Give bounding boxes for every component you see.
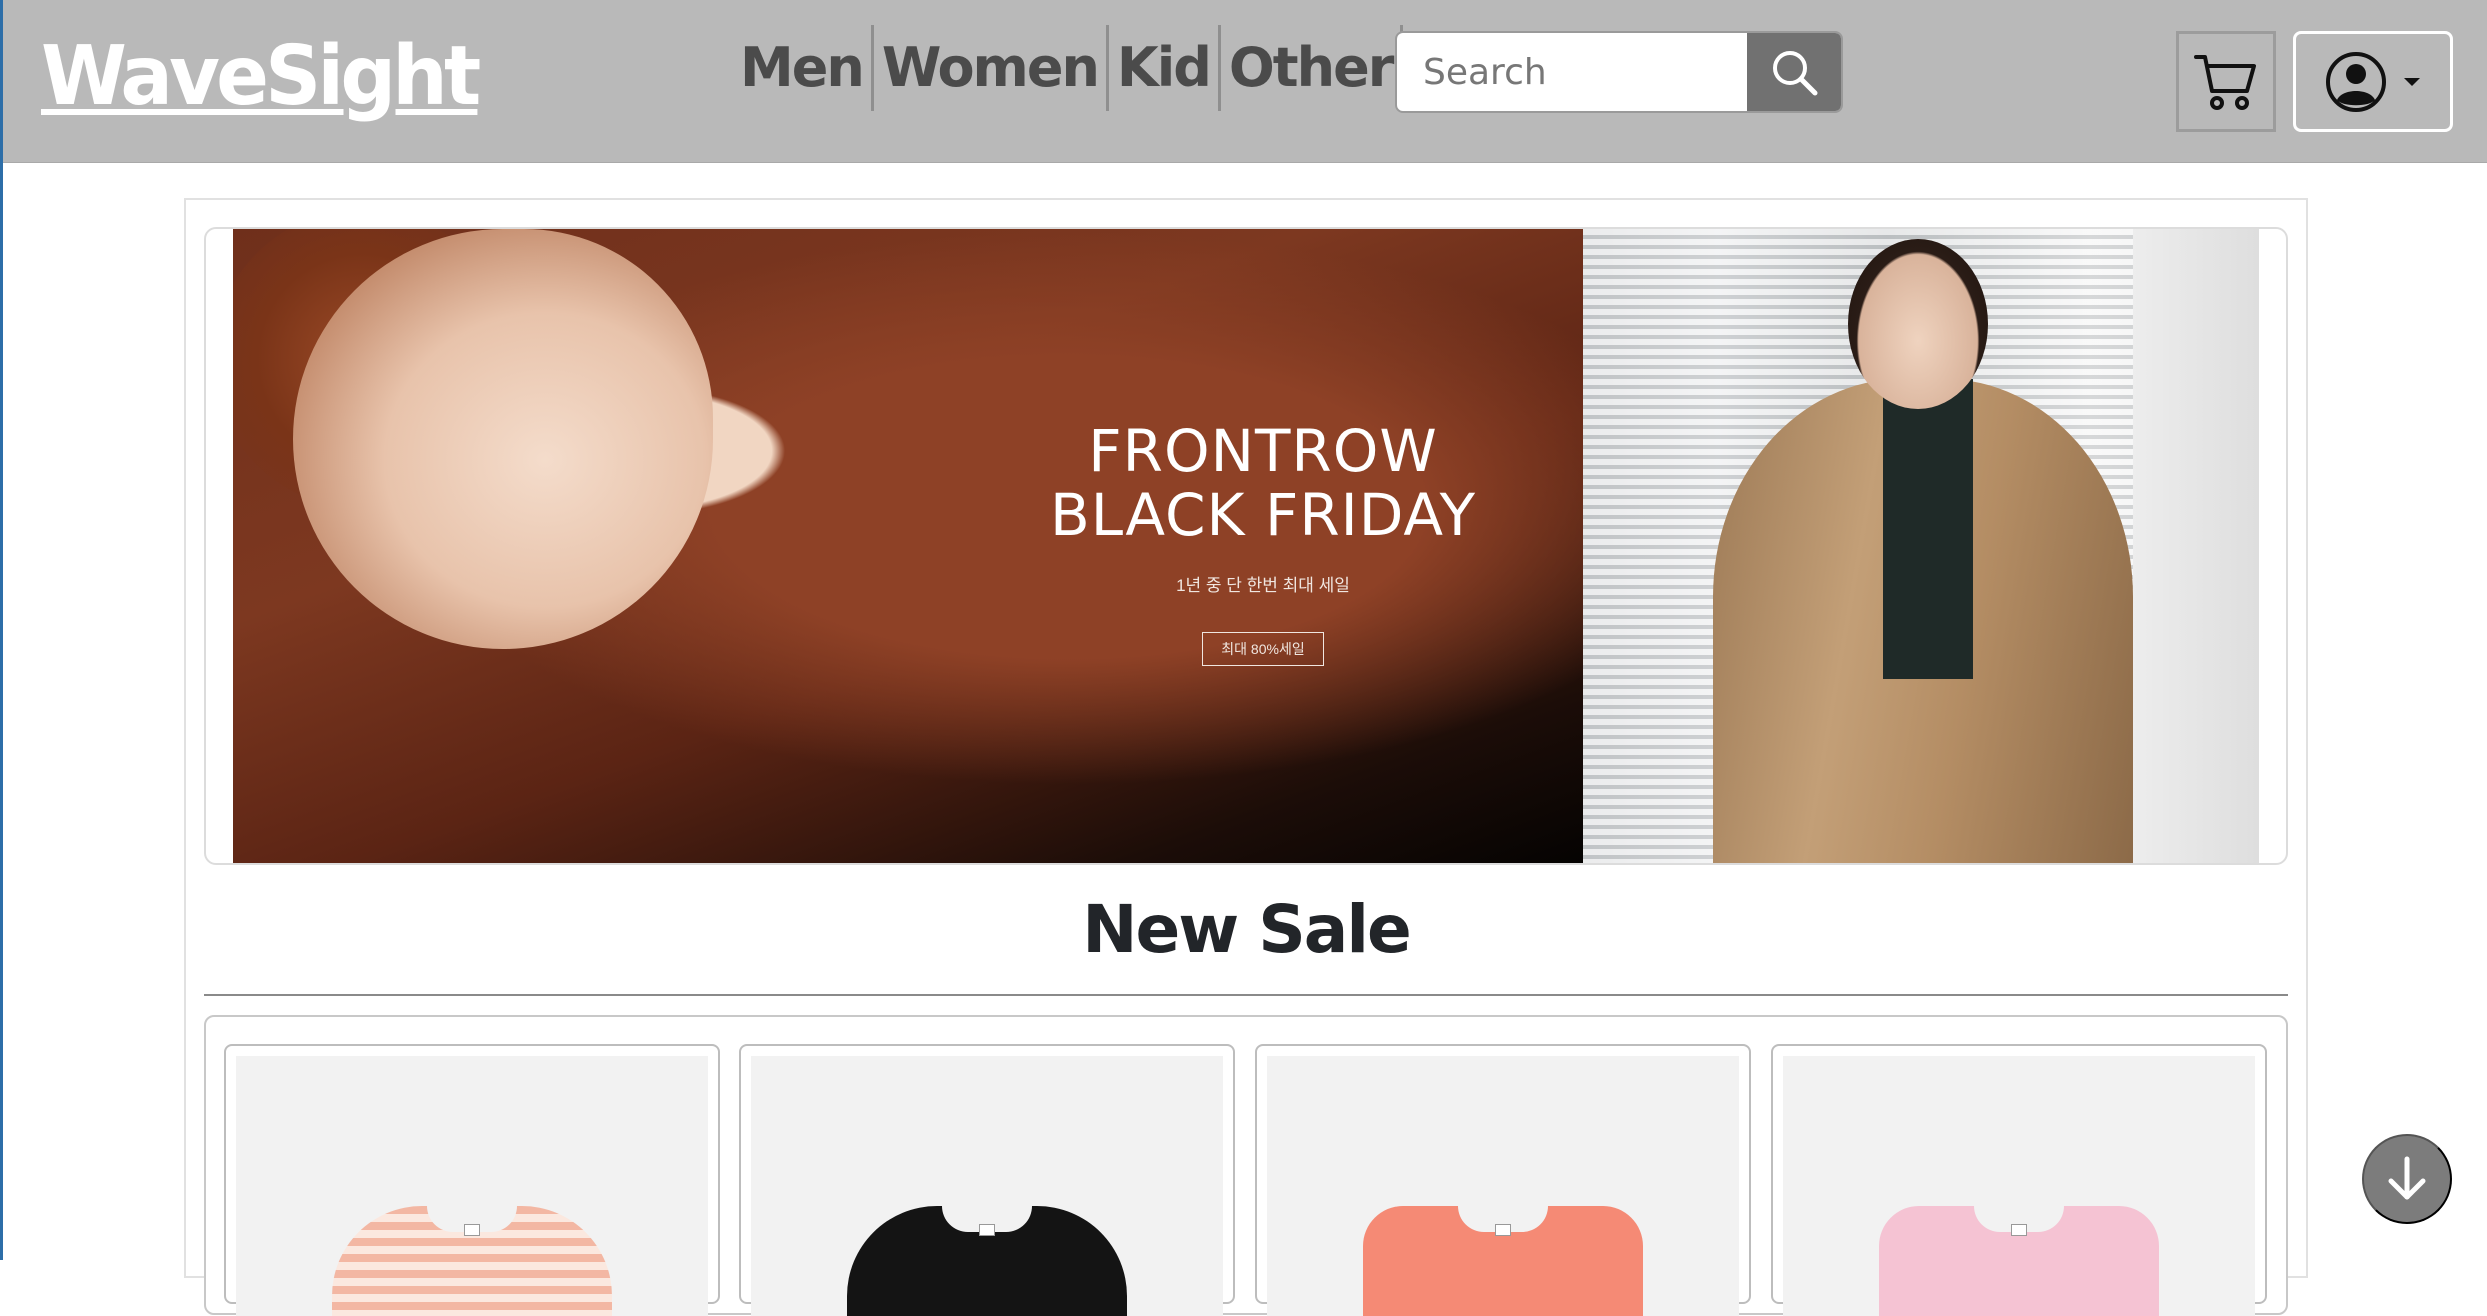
nav-link-other[interactable]: Other	[1221, 25, 1404, 111]
caret-down-icon	[2404, 77, 2420, 86]
banner-title-line1: FRONTROW	[1088, 417, 1438, 485]
shirt-tag	[2011, 1224, 2027, 1236]
search-button[interactable]	[1747, 33, 1841, 111]
cart-button[interactable]	[2176, 31, 2276, 132]
nav-link-women[interactable]: Women	[874, 25, 1109, 111]
product-card[interactable]	[1771, 1044, 2267, 1316]
scroll-down-button[interactable]	[2362, 1134, 2452, 1224]
main-nav: Men Women Kid Other	[740, 25, 1404, 111]
product-image	[236, 1056, 708, 1316]
product-image	[1267, 1056, 1739, 1316]
shirt-tag	[464, 1224, 480, 1236]
banner-title-line2: BLACK FRIDAY	[1049, 481, 1477, 549]
arrow-down-icon	[2388, 1156, 2426, 1200]
product-shirt	[847, 1206, 1127, 1316]
shirt-tag	[1495, 1224, 1511, 1236]
navbar: WaveSight Men Women Kid Other	[3, 0, 2487, 163]
product-card[interactable]	[224, 1044, 720, 1316]
product-card[interactable]	[1255, 1044, 1751, 1316]
product-shirt	[1879, 1206, 2159, 1316]
product-image	[751, 1056, 1223, 1316]
product-image	[1783, 1056, 2255, 1316]
user-circle-icon	[2326, 51, 2386, 112]
coat-inner	[1883, 379, 1973, 679]
brand-logo[interactable]: WaveSight	[41, 22, 481, 132]
nav-link-men[interactable]: Men	[740, 25, 874, 111]
nav-link-kid[interactable]: Kid	[1109, 25, 1221, 111]
search-input[interactable]	[1397, 33, 1747, 111]
section-divider	[204, 994, 2288, 996]
banner-photo-right	[1583, 229, 2259, 863]
search-icon	[1773, 51, 1818, 96]
banner-model-head	[1848, 239, 1988, 409]
banner-model-face	[293, 229, 713, 649]
search-box	[1395, 31, 1843, 113]
banner-sale-button[interactable]: 최대 80%세일	[1202, 632, 1324, 666]
user-menu-button[interactable]	[2293, 31, 2453, 132]
banner-subtitle: 1년 중 단 한번 최대 세일	[1176, 576, 1350, 595]
product-shirt	[1363, 1206, 1643, 1316]
cart-icon	[2194, 54, 2256, 110]
section-title: New Sale	[1082, 891, 1411, 968]
banner-text: FRONTROW BLACK FRIDAY 1년 중 단 한번 최대 세일 최대…	[1003, 419, 1523, 666]
shirt-tag	[979, 1224, 995, 1236]
product-card[interactable]	[739, 1044, 1235, 1316]
window-edge	[0, 0, 3, 1260]
product-shirt	[332, 1206, 612, 1316]
banner-image[interactable]: FRONTROW BLACK FRIDAY 1년 중 단 한번 최대 세일 최대…	[233, 229, 2259, 863]
